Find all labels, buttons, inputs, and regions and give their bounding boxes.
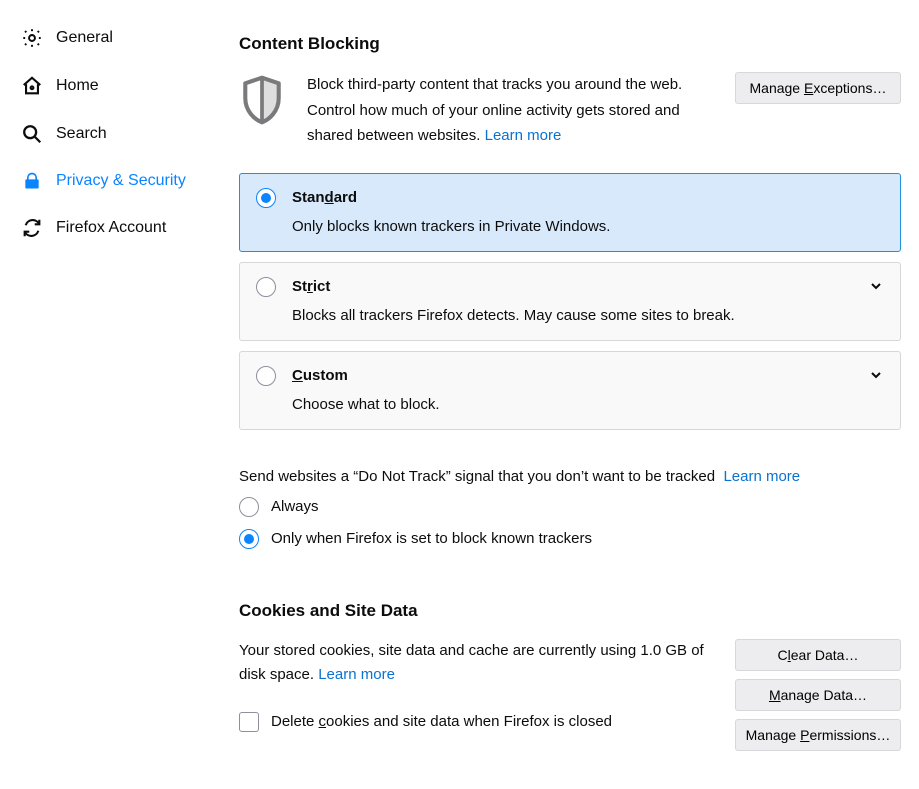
sidebar-item-label: Search <box>56 125 107 143</box>
sidebar-item-search[interactable]: Search <box>12 114 207 154</box>
sidebar-item-privacy-security[interactable]: Privacy & Security <box>12 162 207 200</box>
sidebar-item-general[interactable]: General <box>12 18 207 58</box>
content-blocking-learn-more-link[interactable]: Learn more <box>485 127 562 144</box>
dnt-option-label: Only when Firefox is set to block known … <box>271 530 592 547</box>
sidebar-item-label: Home <box>56 77 99 95</box>
shield-icon <box>239 74 289 130</box>
radio-dnt-always[interactable] <box>239 497 259 517</box>
cookies-description: Your stored cookies, site data and cache… <box>239 639 717 735</box>
dnt-option-label: Always <box>271 498 319 515</box>
sidebar-item-firefox-account[interactable]: Firefox Account <box>12 208 207 248</box>
main-panel: Content Blocking Block third-party conte… <box>215 0 919 789</box>
sidebar-item-label: Firefox Account <box>56 219 166 237</box>
manage-permissions-button[interactable]: Manage Permissions… <box>735 719 901 751</box>
radio-dnt-only-when[interactable] <box>239 529 259 549</box>
blocking-option-strict[interactable]: Strict Blocks all trackers Firefox detec… <box>239 262 901 341</box>
cookies-learn-more-link[interactable]: Learn more <box>318 666 395 683</box>
cookies-title: Cookies and Site Data <box>239 601 901 621</box>
dnt-option-only-when[interactable]: Only when Firefox is set to block known … <box>239 529 901 549</box>
content-blocking-title: Content Blocking <box>239 34 901 54</box>
option-title: Standard <box>292 189 357 206</box>
option-title: Custom <box>292 367 348 384</box>
delete-on-close-option[interactable]: Delete cookies and site data when Firefo… <box>239 710 717 735</box>
chevron-down-icon[interactable] <box>870 279 882 296</box>
sidebar-item-label: Privacy & Security <box>56 172 186 190</box>
blocking-option-standard[interactable]: Standard Only blocks known trackers in P… <box>239 173 901 252</box>
option-description: Blocks all trackers Firefox detects. May… <box>292 307 884 324</box>
sync-icon <box>20 217 44 239</box>
lock-icon <box>20 171 44 191</box>
blocking-option-custom[interactable]: Custom Choose what to block. <box>239 351 901 430</box>
home-icon <box>20 75 44 97</box>
chevron-down-icon[interactable] <box>870 368 882 385</box>
delete-on-close-label: Delete cookies and site data when Firefo… <box>271 710 612 735</box>
sidebar: General Home Search Privacy & Security F… <box>0 0 215 789</box>
option-title: Strict <box>292 278 330 295</box>
manage-exceptions-button[interactable]: Manage Exceptions… <box>735 72 901 104</box>
option-description: Only blocks known trackers in Private Wi… <box>292 218 884 235</box>
clear-data-button[interactable]: Clear Data… <box>735 639 901 671</box>
radio-strict[interactable] <box>256 277 276 297</box>
dnt-description: Send websites a “Do Not Track” signal th… <box>239 468 901 485</box>
radio-standard[interactable] <box>256 188 276 208</box>
gear-icon <box>20 27 44 49</box>
dnt-option-always[interactable]: Always <box>239 497 901 517</box>
checkbox-delete-on-close[interactable] <box>239 712 259 732</box>
option-description: Choose what to block. <box>292 396 884 413</box>
content-blocking-description: Block third-party content that tracks yo… <box>307 72 717 149</box>
search-icon <box>20 123 44 145</box>
sidebar-item-home[interactable]: Home <box>12 66 207 106</box>
radio-custom[interactable] <box>256 366 276 386</box>
manage-data-button[interactable]: Manage Data… <box>735 679 901 711</box>
sidebar-item-label: General <box>56 29 113 47</box>
dnt-learn-more-link[interactable]: Learn more <box>723 468 800 485</box>
